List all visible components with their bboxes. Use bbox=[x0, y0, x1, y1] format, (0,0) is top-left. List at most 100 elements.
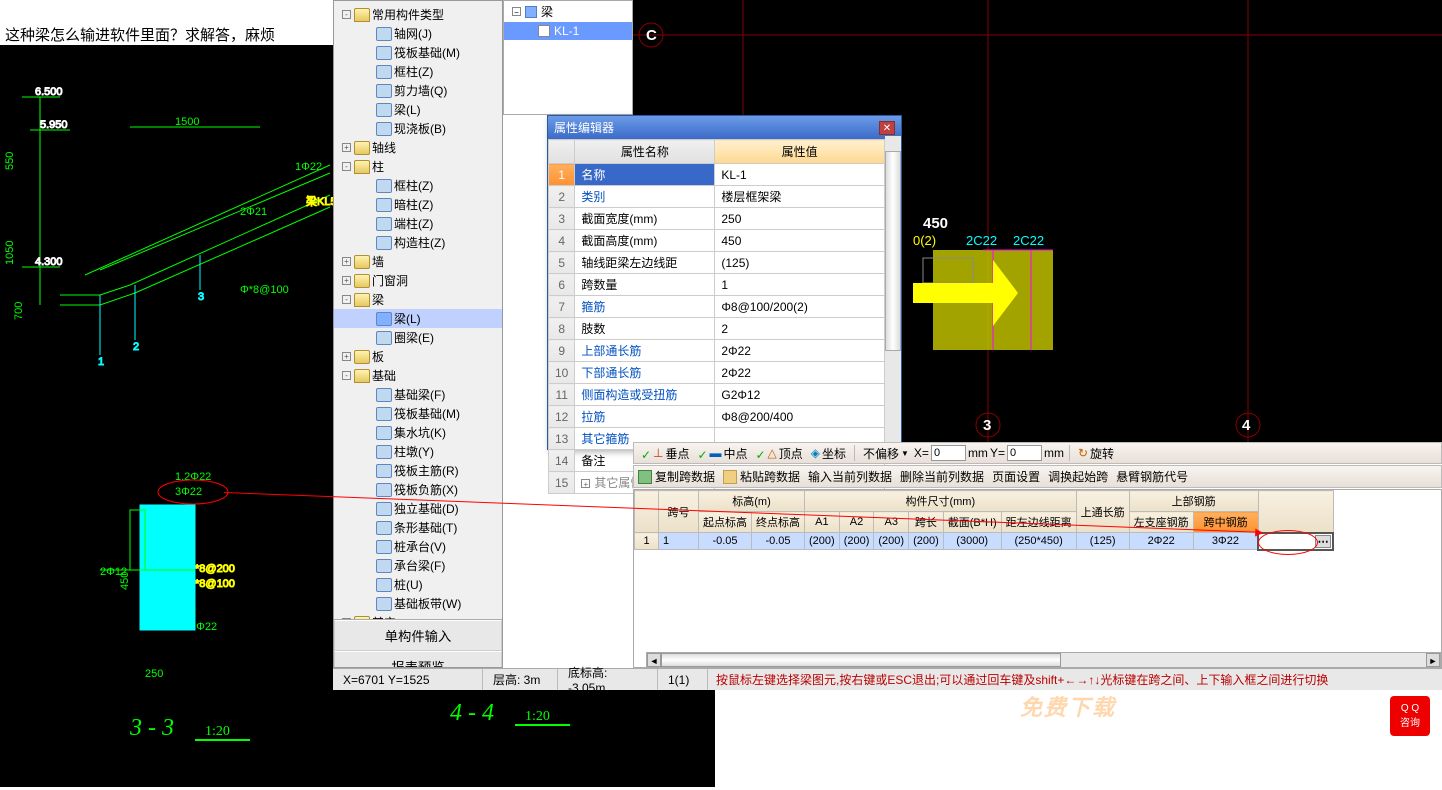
tree-item[interactable]: 承台梁(F) bbox=[334, 556, 502, 575]
snap-perpendicular[interactable]: ⊥垂点 bbox=[638, 445, 692, 462]
tree-item[interactable]: +墙 bbox=[334, 252, 502, 271]
copy-span-data[interactable]: 复制跨数据 bbox=[638, 468, 715, 485]
x-input[interactable] bbox=[931, 445, 966, 461]
svg-text:Φ*8@100: Φ*8@100 bbox=[240, 284, 289, 296]
tree-item[interactable]: 筏板基础(M) bbox=[334, 43, 502, 62]
svg-text:*8@200: *8@200 bbox=[195, 563, 235, 575]
y-input[interactable] bbox=[1007, 445, 1042, 461]
tree-item[interactable]: 柱墩(Y) bbox=[334, 442, 502, 461]
tree-item[interactable]: 独立基础(D) bbox=[334, 499, 502, 518]
prop-row[interactable]: 6跨数量1 bbox=[549, 274, 885, 296]
tree-item[interactable]: 筏板负筋(X) bbox=[334, 480, 502, 499]
prop-row[interactable]: 2类别楼层框架梁 bbox=[549, 186, 885, 208]
property-editor: 属性编辑器 ✕ 属性名称 属性值 1名称KL-12类别楼层框架梁3截面宽度(mm… bbox=[547, 115, 902, 450]
outline-root[interactable]: −梁 bbox=[504, 1, 632, 22]
tree-item[interactable]: 梁(L) bbox=[334, 100, 502, 119]
prop-row[interactable]: 9上部通长筋2Φ22 bbox=[549, 340, 885, 362]
prop-row[interactable]: 3截面宽度(mm)250 bbox=[549, 208, 885, 230]
cantilever-code[interactable]: 悬臂钢筋代号 bbox=[1116, 468, 1188, 485]
qq-button[interactable]: Q Q咨询 bbox=[1390, 696, 1430, 736]
status-xy: X=6701 Y=1525 bbox=[333, 669, 483, 690]
svg-text:3 - 3: 3 - 3 bbox=[129, 715, 174, 741]
report-preview-button[interactable]: 报表预览 bbox=[334, 651, 502, 668]
prop-row[interactable]: 7箍筋Φ8@100/200(2) bbox=[549, 296, 885, 318]
svg-text:4 - 4: 4 - 4 bbox=[450, 700, 494, 726]
tree-item[interactable]: 桩承台(V) bbox=[334, 537, 502, 556]
svg-text:450: 450 bbox=[119, 572, 131, 590]
svg-text:0(2): 0(2) bbox=[913, 233, 936, 248]
svg-text:5.950: 5.950 bbox=[40, 119, 68, 131]
single-component-input-button[interactable]: 单构件输入 bbox=[334, 620, 502, 651]
tree-item[interactable]: 轴网(J) bbox=[334, 24, 502, 43]
swap-start-span[interactable]: 调换起始跨 bbox=[1048, 468, 1108, 485]
offset-dropdown[interactable]: 不偏移▼ bbox=[860, 445, 912, 462]
snap-midpoint[interactable]: ▬中点 bbox=[694, 445, 750, 462]
tree-item[interactable]: 集水坑(K) bbox=[334, 423, 502, 442]
status-count: 1(1) bbox=[658, 669, 708, 690]
tree-item[interactable]: 基础板带(W) bbox=[334, 594, 502, 613]
tree-item[interactable]: +门窗洞 bbox=[334, 271, 502, 290]
tree-item[interactable]: 框柱(Z) bbox=[334, 176, 502, 195]
scrollbar[interactable] bbox=[885, 136, 901, 446]
prop-row[interactable]: 4截面高度(mm)450 bbox=[549, 230, 885, 252]
paste-span-data[interactable]: 粘贴跨数据 bbox=[723, 468, 800, 485]
span-toolbar: 复制跨数据 粘贴跨数据 输入当前列数据 删除当前列数据 页面设置 调换起始跨 悬… bbox=[633, 465, 1442, 488]
tree-item[interactable]: 桩(U) bbox=[334, 575, 502, 594]
svg-text:250: 250 bbox=[145, 668, 163, 680]
svg-text:1Φ22: 1Φ22 bbox=[295, 161, 322, 173]
svg-text:2C22: 2C22 bbox=[1013, 233, 1044, 248]
tree-item[interactable]: -梁 bbox=[334, 290, 502, 309]
delete-current-col[interactable]: 删除当前列数据 bbox=[900, 468, 984, 485]
horizontal-scrollbar[interactable]: ◄► bbox=[646, 652, 1441, 668]
svg-text:1050: 1050 bbox=[4, 241, 16, 265]
tree-item[interactable]: 端柱(Z) bbox=[334, 214, 502, 233]
component-tree-panel: -常用构件类型轴网(J)筏板基础(M)框柱(Z)剪力墙(Q)梁(L)现浇板(B)… bbox=[333, 0, 503, 668]
prop-row[interactable]: 8肢数2 bbox=[549, 318, 885, 340]
prop-row[interactable]: 12拉筋Φ8@200/400 bbox=[549, 406, 885, 428]
svg-text:3: 3 bbox=[198, 291, 204, 303]
input-current-col[interactable]: 输入当前列数据 bbox=[808, 468, 892, 485]
tree-item[interactable]: 基础梁(F) bbox=[334, 385, 502, 404]
tree-item[interactable]: +板 bbox=[334, 347, 502, 366]
status-floor: 层高: 3m bbox=[483, 669, 558, 690]
snap-vertex[interactable]: △顶点 bbox=[752, 445, 805, 462]
svg-text:*8@100: *8@100 bbox=[195, 578, 235, 590]
close-button[interactable]: ✕ bbox=[879, 121, 895, 135]
svg-text:550: 550 bbox=[4, 152, 16, 170]
page-setup[interactable]: 页面设置 bbox=[992, 468, 1040, 485]
tree-item[interactable]: -常用构件类型 bbox=[334, 5, 502, 24]
svg-text:3: 3 bbox=[983, 417, 991, 434]
svg-text:4: 4 bbox=[1242, 417, 1251, 434]
snap-toolbar: ⊥垂点 ▬中点 △顶点 ◈坐标 不偏移▼ X=mm Y=mm ↻旋转 bbox=[633, 442, 1442, 464]
span-edit-cell[interactable]: ⋯ bbox=[1258, 533, 1333, 550]
span-data-table: 跨号 标高(m) 构件尺寸(mm) 上通长筋 上部钢筋 起点标高 终点标高 A1… bbox=[633, 489, 1442, 668]
svg-text:1: 1 bbox=[98, 356, 104, 368]
prop-row[interactable]: 5轴线距梁左边线距(125) bbox=[549, 252, 885, 274]
svg-text:2Φ21: 2Φ21 bbox=[240, 206, 267, 218]
status-bar: X=6701 Y=1525 层高: 3m 底标高: -3.05m 1(1) 按鼠… bbox=[333, 668, 1442, 690]
tree-item[interactable]: 梁(L) bbox=[334, 309, 502, 328]
svg-text:梁KL5: 梁KL5 bbox=[306, 194, 333, 208]
prop-row[interactable]: 1名称KL-1 bbox=[549, 164, 885, 186]
tree-item[interactable]: 暗柱(Z) bbox=[334, 195, 502, 214]
outline-kl1[interactable]: KL-1 bbox=[504, 22, 632, 40]
tree-item[interactable]: 筏板主筋(R) bbox=[334, 461, 502, 480]
svg-text:6.500: 6.500 bbox=[35, 86, 63, 98]
snap-coordinate[interactable]: ◈坐标 bbox=[808, 445, 849, 462]
tree-item[interactable]: 构造柱(Z) bbox=[334, 233, 502, 252]
tree-item[interactable]: -柱 bbox=[334, 157, 502, 176]
svg-text:700: 700 bbox=[13, 302, 25, 320]
tree-item[interactable]: 剪力墙(Q) bbox=[334, 81, 502, 100]
tree-item[interactable]: 框柱(Z) bbox=[334, 62, 502, 81]
tree-item[interactable]: 筏板基础(M) bbox=[334, 404, 502, 423]
span-row-1[interactable]: 1 1 -0.05 -0.05 (200) (200) (200) (200) … bbox=[635, 533, 1334, 550]
tree-item[interactable]: +轴线 bbox=[334, 138, 502, 157]
rotate-button[interactable]: ↻旋转 bbox=[1075, 445, 1117, 462]
tree-item[interactable]: 条形基础(T) bbox=[334, 518, 502, 537]
tree-item[interactable]: -基础 bbox=[334, 366, 502, 385]
prop-row[interactable]: 11侧面构造或受扭筋G2Φ12 bbox=[549, 384, 885, 406]
tree-item[interactable]: 圈梁(E) bbox=[334, 328, 502, 347]
tree-item[interactable]: 现浇板(B) bbox=[334, 119, 502, 138]
prop-row[interactable]: 10下部通长筋2Φ22 bbox=[549, 362, 885, 384]
cad-bottom-viewport: 3 - 3 1:20 4 - 4 1:20 bbox=[0, 690, 715, 787]
